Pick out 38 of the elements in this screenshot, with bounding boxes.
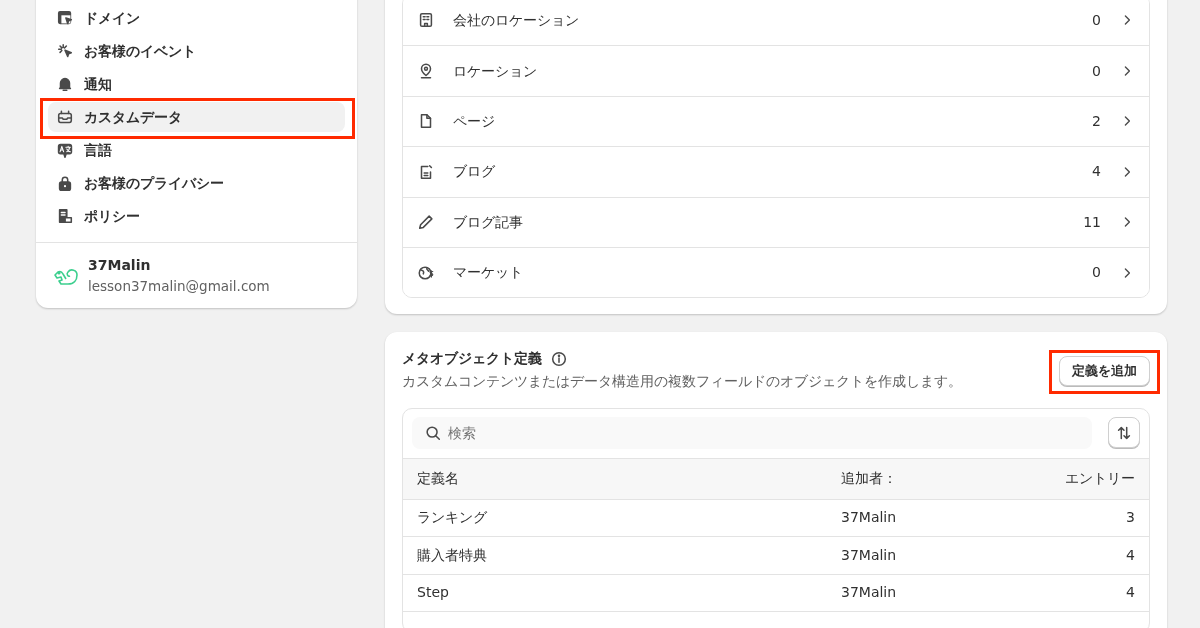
info-icon	[550, 350, 568, 369]
document-icon	[56, 207, 74, 225]
add-definition-button[interactable]: 定義を追加	[1059, 356, 1150, 386]
sidebar-item[interactable]: お客様のプライバシー	[48, 168, 345, 198]
sidebar-item[interactable]: 言語	[48, 135, 345, 165]
table-cell: 購入者特典	[403, 536, 827, 575]
browser-icon	[56, 9, 74, 27]
column-header: エントリー	[1039, 458, 1149, 500]
sidebar-item[interactable]: ポリシー	[48, 201, 345, 231]
search-icon	[424, 423, 442, 442]
table-cell: 37Malin	[827, 499, 1039, 537]
translate-icon	[56, 141, 74, 159]
section-description: カスタムコンテンツまたはデータ構造用の複数フィールドのオブジェクトを作成します。	[402, 372, 962, 392]
table-cell: Step	[403, 574, 827, 612]
sort-button[interactable]	[1108, 417, 1140, 449]
account-name: 37Malin	[88, 256, 152, 275]
inbox-icon	[56, 108, 74, 126]
bell-icon	[56, 75, 74, 93]
sidebar-item[interactable]: 通知	[48, 69, 345, 99]
section-title: メタオブジェクト定義	[402, 349, 542, 369]
metafield-row[interactable]: マーケット 0	[403, 246, 1149, 298]
building-icon	[417, 11, 435, 30]
table-cell: 37Malin	[827, 536, 1039, 575]
sidebar-item[interactable]: お客様のイベント	[48, 36, 345, 66]
table-cell: 37Malin	[827, 574, 1039, 612]
account-email: lesson37malin@gmail.com	[88, 277, 270, 296]
table-cell: 3	[1039, 499, 1149, 537]
table-cell: ランキング	[403, 499, 827, 537]
sidebar-item[interactable]: ドメイン	[48, 3, 345, 33]
search-field[interactable]: 検索	[412, 416, 1092, 449]
column-header: 追加者：	[827, 458, 1039, 500]
table-cell: 4	[1039, 574, 1149, 612]
cursor-click-icon	[56, 42, 74, 60]
lock-icon	[56, 174, 74, 192]
column-header: 定義名	[403, 458, 827, 500]
pencil-icon	[417, 213, 435, 232]
sidebar-item[interactable]: カスタムデータ	[48, 102, 345, 132]
table-cell: 4	[1039, 536, 1149, 575]
